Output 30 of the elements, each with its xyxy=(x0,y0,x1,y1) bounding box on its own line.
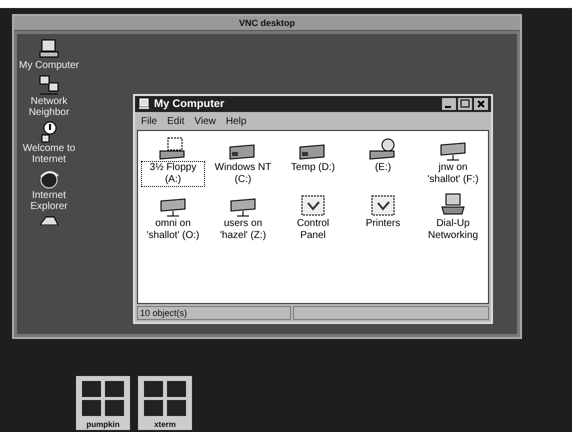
drive-label[interactable]: Windows NT (C:) xyxy=(211,161,275,187)
desktop-icon-label[interactable]: My Computer xyxy=(18,60,80,71)
close-icon[interactable] xyxy=(474,98,488,110)
desktop-icon-label[interactable]: Internet Explorer xyxy=(18,190,80,212)
menu-item[interactable]: File xyxy=(141,114,158,128)
menu-item[interactable]: Help xyxy=(226,114,246,128)
computer-icon xyxy=(138,98,150,110)
desktop-icon-label[interactable]: Welcome to Internet xyxy=(18,143,80,165)
window-title: VNC desktop xyxy=(14,16,520,31)
drive-label[interactable]: jnw on 'shallot' (F:) xyxy=(421,161,485,187)
menu-item[interactable]: Edit xyxy=(167,114,184,128)
inbox-icon[interactable] xyxy=(38,215,60,225)
drive-label[interactable]: Temp (D:) xyxy=(281,161,345,175)
icon-label[interactable]: pumpkin xyxy=(86,420,120,430)
network-icon[interactable] xyxy=(38,74,60,96)
drive-label[interactable]: Dial-Up Networking xyxy=(421,217,485,243)
drive-label[interactable]: omni on 'shallot' (O:) xyxy=(141,217,205,243)
drive-label[interactable]: users on 'hazel' (Z:) xyxy=(211,217,275,243)
menu-item[interactable]: View xyxy=(194,114,216,128)
drive-label[interactable]: 3½ Floppy (A:) xyxy=(141,161,205,187)
drive-label[interactable]: Printers xyxy=(351,217,415,231)
desktop-icon-label[interactable]: Network Neighbor xyxy=(18,96,80,118)
computer-icon[interactable] xyxy=(38,38,60,60)
drive-label[interactable]: (E:) xyxy=(351,161,415,175)
drive-label[interactable]: Control Panel xyxy=(281,217,345,243)
icon-label[interactable]: xterm xyxy=(154,420,176,430)
minimize-icon[interactable] xyxy=(442,98,456,110)
maximize-icon[interactable] xyxy=(458,98,472,110)
status-text: 10 object(s) xyxy=(137,306,291,320)
window-title: My Computer xyxy=(154,98,224,110)
